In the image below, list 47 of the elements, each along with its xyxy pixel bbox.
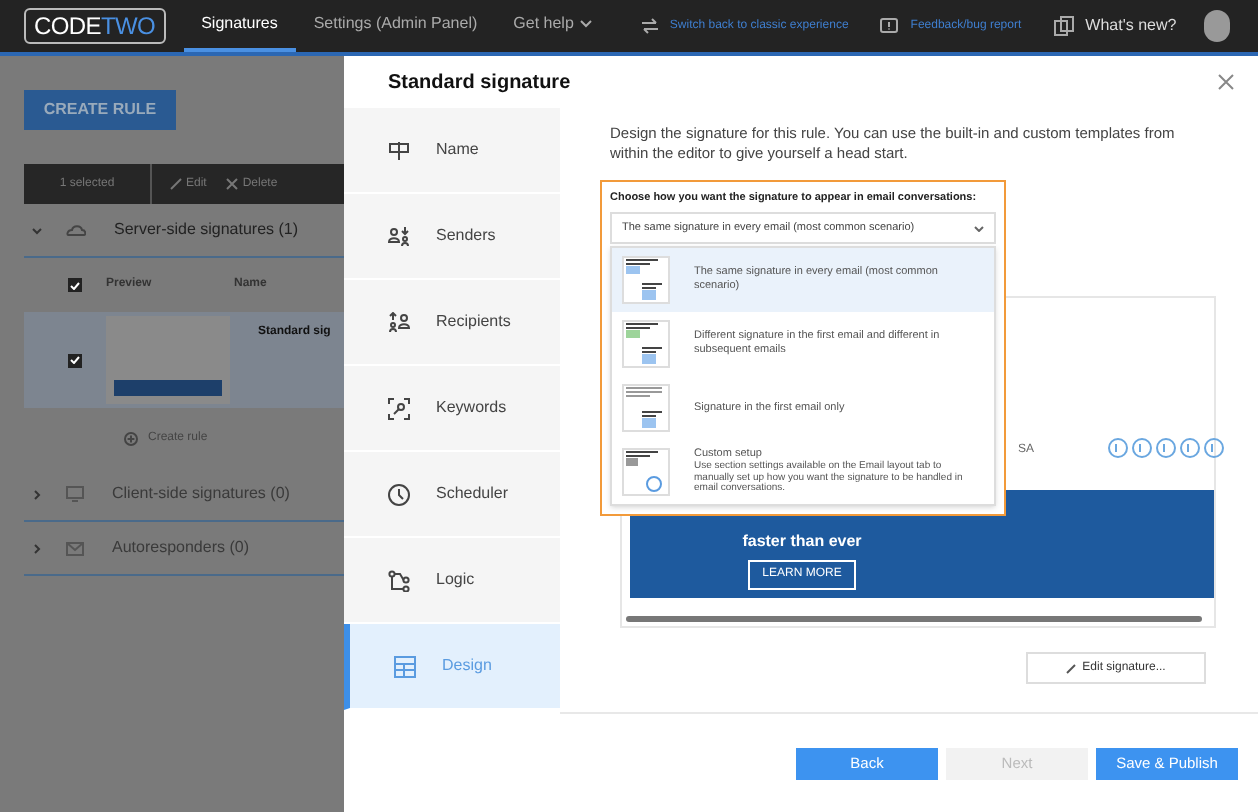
nav-tab[interactable]: Signatures bbox=[183, 0, 296, 52]
nav-tab[interactable]: Get help bbox=[495, 0, 610, 52]
check-icon bbox=[70, 281, 80, 289]
key-frame-icon bbox=[388, 397, 410, 419]
chevron-down-icon bbox=[32, 225, 42, 235]
step-tab[interactable]: Name bbox=[344, 108, 560, 194]
cloud-icon bbox=[66, 224, 86, 236]
layout-thumbnail-icon bbox=[622, 448, 670, 496]
x-icon bbox=[226, 178, 239, 190]
banner-text: faster than ever bbox=[742, 530, 862, 554]
layout-thumbnail-icon bbox=[622, 320, 670, 368]
layout-thumbnail-icon bbox=[622, 256, 670, 304]
chevron-right-icon bbox=[32, 489, 42, 499]
feedback-icon bbox=[880, 17, 899, 35]
pencil-icon bbox=[170, 178, 182, 190]
monitor-icon bbox=[66, 486, 84, 502]
plus-circle-icon bbox=[124, 431, 138, 445]
step-tab[interactable]: Scheduler bbox=[344, 452, 560, 538]
arrows-icon bbox=[641, 18, 658, 34]
people-arrow-icon bbox=[388, 311, 410, 333]
step-tab[interactable]: Recipients bbox=[344, 280, 560, 366]
check-icon bbox=[70, 356, 80, 364]
layout-icon bbox=[394, 655, 416, 677]
step-tab[interactable]: Logic bbox=[344, 538, 560, 624]
signature-thumbnail bbox=[106, 316, 230, 404]
close-icon[interactable] bbox=[1218, 74, 1234, 90]
layout-thumbnail-icon bbox=[622, 384, 670, 432]
modal-title: Standard signature bbox=[388, 69, 571, 97]
logo: CODETWO bbox=[24, 8, 166, 44]
pages-icon bbox=[1053, 16, 1074, 36]
step-tab[interactable]: Keywords bbox=[344, 366, 560, 452]
scrollbar[interactable] bbox=[626, 616, 1202, 622]
chevron-down-icon bbox=[974, 225, 984, 231]
avatar[interactable] bbox=[1204, 10, 1230, 42]
checkbox[interactable] bbox=[68, 353, 82, 367]
whats-new-link[interactable]: What's new? bbox=[1053, 14, 1177, 38]
nav-tab[interactable]: Settings (Admin Panel) bbox=[295, 0, 496, 52]
checkbox[interactable] bbox=[68, 278, 82, 292]
clock-icon bbox=[388, 483, 410, 505]
chevron-right-icon bbox=[32, 543, 42, 553]
step-tab[interactable]: Senders bbox=[344, 194, 560, 280]
pencil-icon bbox=[1066, 663, 1077, 673]
flow-icon bbox=[388, 569, 410, 591]
people-arrow-icon bbox=[388, 225, 410, 247]
chevron-down-icon bbox=[579, 20, 592, 28]
signpost-icon bbox=[388, 139, 410, 161]
envelope-icon bbox=[66, 541, 84, 555]
